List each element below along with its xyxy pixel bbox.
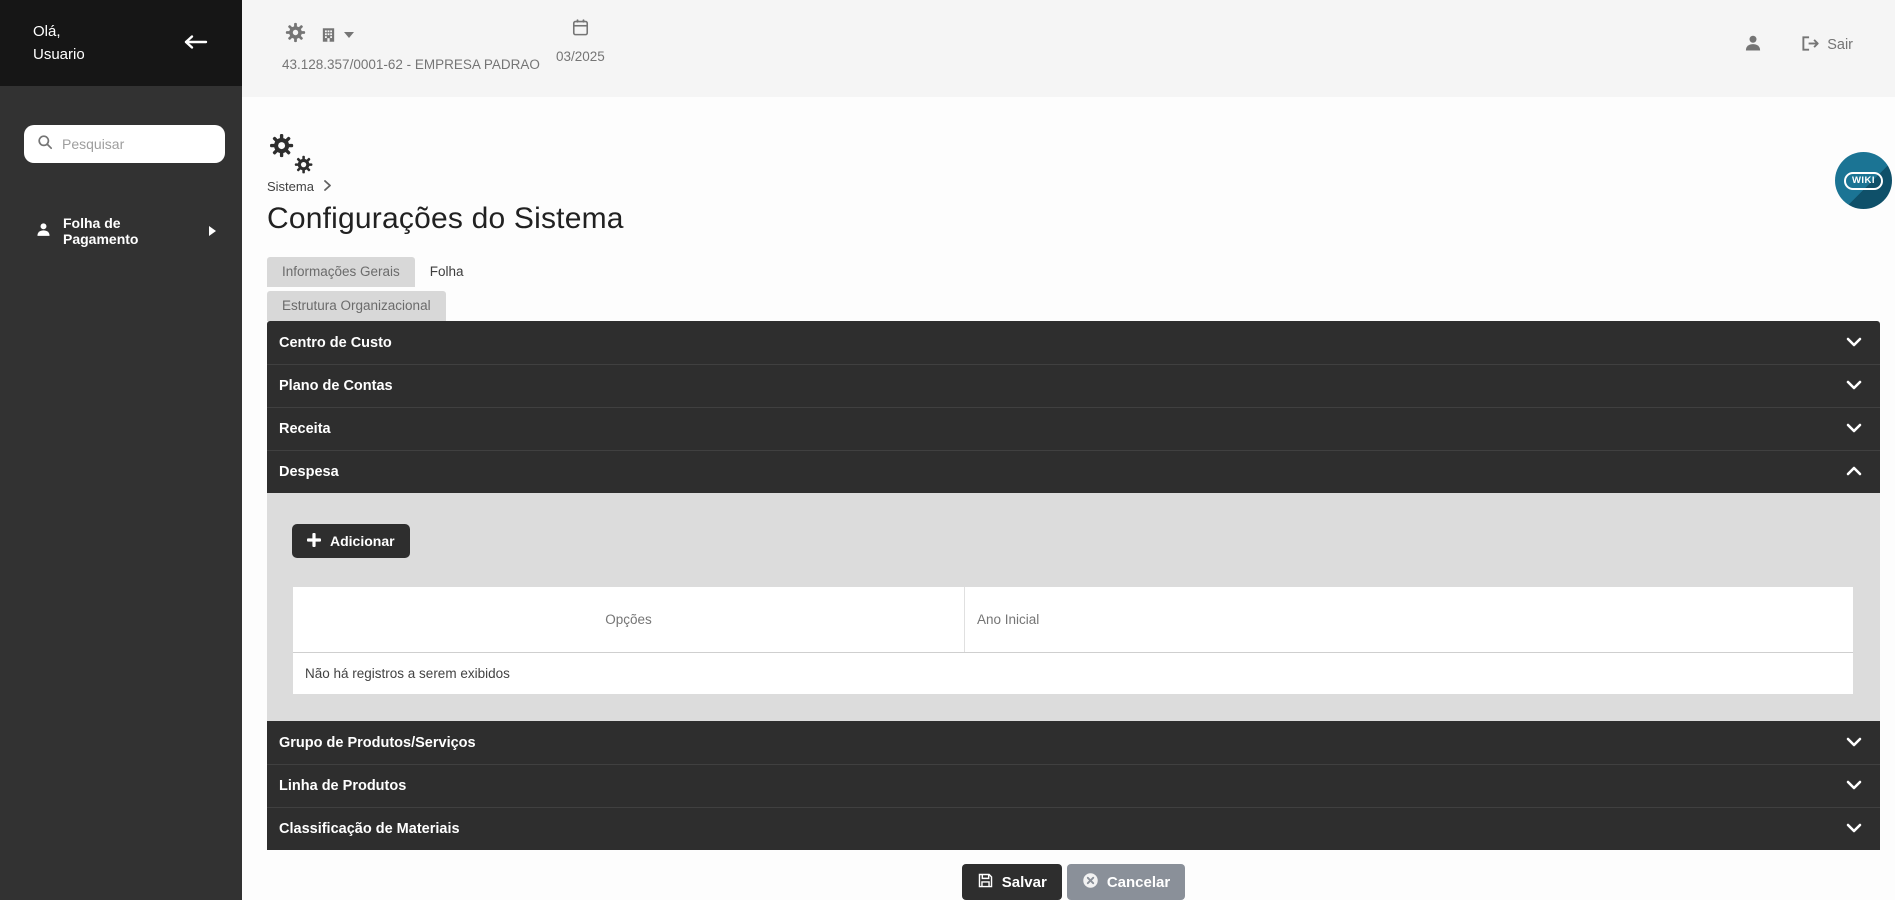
user-menu-button[interactable] xyxy=(1743,33,1763,57)
accordion-centro-de-custo[interactable]: Centro de Custo xyxy=(267,321,1880,364)
calendar-icon xyxy=(571,19,590,41)
accordion-plano-de-contas[interactable]: Plano de Contas xyxy=(267,364,1880,407)
accordion-label: Despesa xyxy=(279,464,339,480)
accordion-label: Receita xyxy=(279,421,331,437)
chevron-right-icon xyxy=(209,226,216,236)
chevron-down-icon xyxy=(1846,335,1862,351)
table-header-row: Opções Ano Inicial xyxy=(293,587,1853,652)
sidebar-collapse-button[interactable] xyxy=(178,30,212,57)
company-selector[interactable]: 43.128.357/0001-62 - EMPRESA PADRAO xyxy=(282,22,540,72)
topbar: 43.128.357/0001-62 - EMPRESA PADRAO 03/2… xyxy=(242,0,1895,97)
search-icon xyxy=(37,134,53,155)
user-icon xyxy=(1743,33,1763,57)
page-title: Configurações do Sistema xyxy=(267,202,624,235)
accordion-grupo-de-produtos-servicos[interactable]: Grupo de Produtos/Serviços xyxy=(267,721,1880,764)
tabs-row-1: Informações Gerais Folha xyxy=(267,257,1880,287)
user-icon xyxy=(35,221,52,241)
accordion-label: Linha de Produtos xyxy=(279,778,407,794)
chevron-down-icon xyxy=(344,32,354,38)
tabs-row-2: Estrutura Organizacional xyxy=(267,291,1880,321)
user-greeting: Olá, Usuario xyxy=(33,20,85,66)
accordion-label: Classificação de Materiais xyxy=(279,821,460,837)
sidebar: Olá, Usuario Folha de Pagamento xyxy=(0,0,243,900)
sidebar-item-label: Folha de Pagamento xyxy=(63,215,139,247)
search-input[interactable] xyxy=(62,136,243,152)
sidebar-item-folha-de-pagamento[interactable]: Folha de Pagamento xyxy=(0,207,242,255)
sidebar-header: Olá, Usuario xyxy=(0,0,242,86)
main-content: WIKI Sistema Configurações do Sistema In… xyxy=(242,97,1895,900)
logout-label: Sair xyxy=(1827,37,1853,53)
accordion-linha-de-produtos[interactable]: Linha de Produtos xyxy=(267,764,1880,807)
period-value[interactable]: 03/2025 xyxy=(556,49,605,64)
add-button[interactable]: Adicionar xyxy=(292,524,410,558)
table-empty-message: Não há registros a serem exibidos xyxy=(293,652,1853,694)
accordion-classificacao-de-materiais[interactable]: Classificação de Materiais xyxy=(267,807,1880,850)
footer-buttons: Salvar Cancelar xyxy=(267,864,1880,900)
greeting-line2: Usuario xyxy=(33,46,85,63)
company-building-icon[interactable] xyxy=(320,26,354,44)
greeting-line1: Olá, xyxy=(33,23,61,40)
breadcrumb: Sistema xyxy=(267,179,1880,194)
despesa-table: Opções Ano Inicial Não há registros a se… xyxy=(293,587,1853,694)
cancel-button[interactable]: Cancelar xyxy=(1066,864,1186,900)
column-header-ano-inicial: Ano Inicial xyxy=(977,612,1040,627)
cancel-circle-icon xyxy=(1082,872,1099,893)
tab-folha[interactable]: Folha xyxy=(415,257,479,287)
arrow-left-icon xyxy=(182,34,208,53)
chevron-right-icon xyxy=(324,179,331,194)
chevron-down-icon xyxy=(1846,421,1862,437)
wiki-label: WIKI xyxy=(1843,171,1884,190)
chevron-down-icon xyxy=(1846,735,1862,751)
chevron-down-icon xyxy=(1846,778,1862,794)
save-button[interactable]: Salvar xyxy=(961,864,1062,900)
search-box xyxy=(24,125,243,163)
breadcrumb-sistema[interactable]: Sistema xyxy=(267,179,314,194)
tab-informacoes-gerais[interactable]: Informações Gerais xyxy=(267,257,415,287)
chevron-down-icon xyxy=(1846,378,1862,394)
period-selector[interactable]: 03/2025 xyxy=(556,18,605,64)
save-label: Salvar xyxy=(1001,873,1047,891)
tab-estrutura-organizacional[interactable]: Estrutura Organizacional xyxy=(267,291,446,321)
save-floppy-icon xyxy=(977,872,994,893)
accordion-despesa[interactable]: Despesa xyxy=(267,450,1880,493)
accordion-receita[interactable]: Receita xyxy=(267,407,1880,450)
chevron-down-icon xyxy=(1846,821,1862,837)
plus-icon xyxy=(307,532,321,550)
accordion-label: Centro de Custo xyxy=(279,334,392,351)
despesa-panel: Adicionar Opções Ano Inicial Não há regi… xyxy=(267,493,1880,721)
wiki-badge[interactable]: WIKI xyxy=(1835,152,1892,209)
cancel-label: Cancelar xyxy=(1106,873,1171,891)
accordion: Centro de Custo Plano de Contas Receita … xyxy=(267,321,1880,850)
logout-button[interactable]: Sair xyxy=(1801,35,1853,56)
column-header-opcoes: Opções xyxy=(293,587,965,652)
accordion-label: Grupo de Produtos/Serviços xyxy=(279,734,476,751)
settings-cogs-icon xyxy=(267,133,1880,181)
add-button-label: Adicionar xyxy=(330,533,395,549)
chevron-up-icon xyxy=(1846,464,1862,480)
accordion-label: Plano de Contas xyxy=(279,378,393,394)
company-name[interactable]: 43.128.357/0001-62 - EMPRESA PADRAO xyxy=(282,57,540,72)
logout-icon xyxy=(1801,35,1820,56)
gear-icon[interactable] xyxy=(285,22,306,48)
